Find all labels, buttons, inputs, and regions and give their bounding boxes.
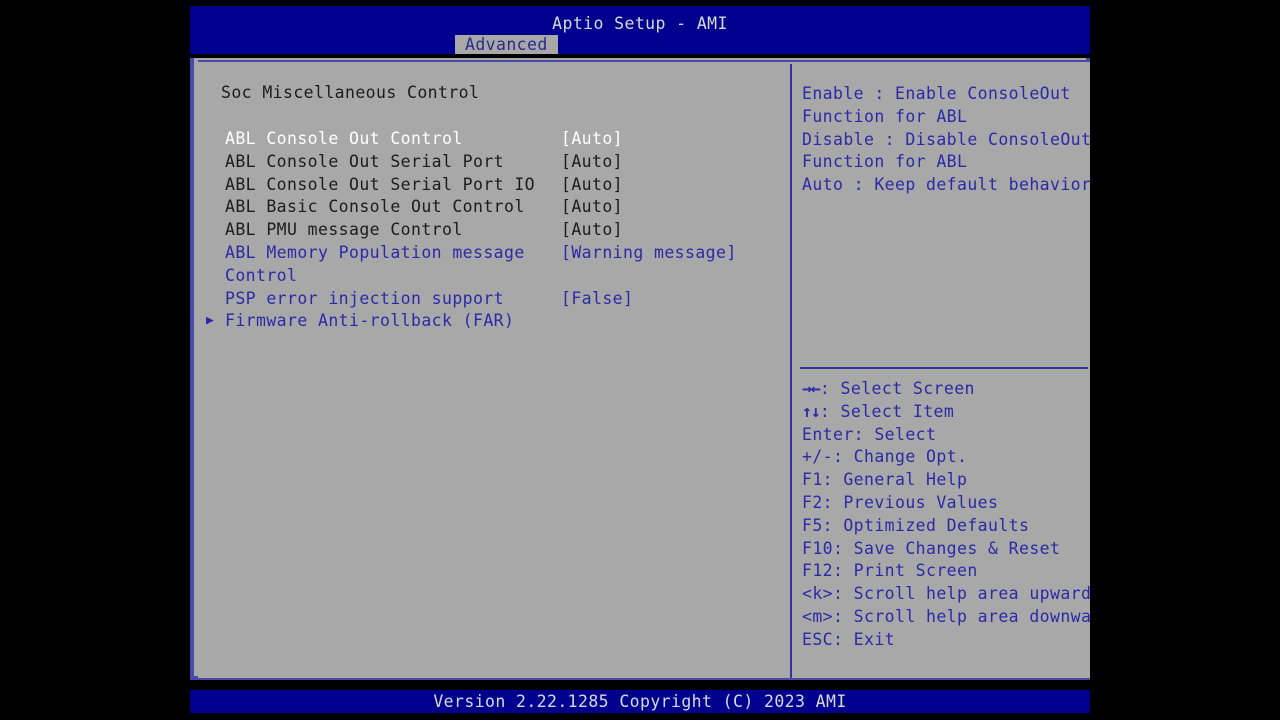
setting-label: PSP error injection support (225, 288, 505, 308)
setting-label: ABL Console Out Control (225, 129, 463, 148)
help-line: Disable : Disable ConsoleOut (802, 129, 1090, 149)
section-heading: Soc Miscellaneous Control (221, 83, 480, 102)
key-legend-text: +/-: Change Opt. (802, 447, 968, 467)
key-legend-text: : Select Screen (819, 379, 975, 398)
key-legend-line: ESC: Exit (802, 629, 1090, 652)
setting-value[interactable]: [Auto] (561, 151, 623, 174)
key-legend-text: : Select Item (819, 401, 955, 421)
key-legend-text: <k>: Scroll help area upwards (802, 584, 1090, 604)
setting-label: ABL PMU message Control (225, 220, 463, 240)
title-bar: Aptio Setup - AMI Advanced (190, 6, 1090, 54)
settings-row[interactable]: ABL Memory Population message [Warning me… (198, 242, 790, 265)
setting-value[interactable]: [Auto] (561, 219, 623, 242)
content-frame-inner: Soc Miscellaneous Control ABL Console Ou… (198, 60, 1090, 678)
key-legend-text: <m>: Scroll help area downwards (802, 606, 1090, 626)
settings-row[interactable]: ABL PMU message Control [Auto] (198, 219, 790, 242)
settings-row[interactable]: ABL Console Out Serial Port IO [Auto] (198, 174, 790, 197)
help-pane: Enable : Enable ConsoleOut Function for A… (794, 64, 1090, 678)
key-legend-line: F12: Print Screen (802, 560, 1090, 583)
setting-label: Firmware Anti-rollback (FAR) (225, 311, 515, 331)
setting-label: ABL Basic Console Out Control (225, 197, 525, 217)
key-legend-text: F1: General Help (802, 470, 968, 490)
key-legend-line: <k>: Scroll help area upwards (802, 583, 1090, 606)
key-legend-line: F5: Optimized Defaults (802, 515, 1090, 538)
content-frame: Soc Miscellaneous Control ABL Console Ou… (190, 58, 1090, 680)
settings-row[interactable]: ABL Console Out Serial Port [Auto] (198, 151, 790, 174)
arrow-keys-icon: →← (802, 379, 821, 398)
arrow-keys-icon: ↑↓ (802, 401, 821, 421)
settings-row[interactable]: ABL Basic Console Out Control [Auto] (198, 196, 790, 219)
settings-pane: Soc Miscellaneous Control ABL Console Ou… (198, 64, 792, 678)
help-line: Auto : Keep default behavior (802, 175, 1090, 195)
key-legend-line: +/-: Change Opt. (802, 446, 1090, 469)
key-legend-text: F10: Save Changes & Reset (802, 538, 1061, 558)
key-legend-text: Enter: Select (802, 424, 937, 444)
setting-value[interactable]: [Auto] (561, 128, 623, 151)
submenu-arrow-icon: ▶ (206, 313, 215, 329)
key-legend: →←: Select Screen ↑↓: Select Item Enter: S… (802, 378, 1090, 652)
help-line: Function for ABL (802, 106, 968, 126)
bios-setup-screen: Aptio Setup - AMI Advanced Soc Miscellan… (0, 0, 1280, 720)
help-line: Enable : Enable ConsoleOut (802, 84, 1071, 103)
settings-row[interactable]: PSP error injection support [False] (198, 288, 790, 311)
settings-row[interactable]: ABL Console Out Control [Auto] (198, 128, 790, 151)
setting-value[interactable]: [Auto] (561, 196, 623, 219)
setting-value[interactable]: [Auto] (561, 174, 623, 197)
key-legend-line: F1: General Help (802, 469, 1090, 492)
key-legend-line: F10: Save Changes & Reset (802, 538, 1090, 561)
footer-bar: Version 2.22.1285 Copyright (C) 2023 AMI (190, 690, 1090, 713)
setting-label: ABL Console Out Serial Port (225, 151, 505, 171)
help-description: Enable : Enable ConsoleOut Function for A… (802, 83, 1090, 197)
key-legend-text: F5: Optimized Defaults (802, 515, 1030, 535)
help-line: Function for ABL (802, 152, 968, 172)
settings-row: Control (198, 265, 790, 288)
tab-advanced[interactable]: Advanced (455, 35, 558, 54)
settings-list: ABL Console Out Control [Auto] ABL Console… (198, 128, 790, 333)
key-legend-line: <m>: Scroll help area downwards (802, 606, 1090, 629)
key-legend-line: →←: Select Screen (802, 378, 1090, 401)
setting-label: ABL Memory Population message (225, 242, 525, 262)
key-legend-line: F2: Previous Values (802, 492, 1090, 515)
key-legend-text: F2: Previous Values (802, 492, 999, 512)
setting-value[interactable]: [Warning message] (561, 242, 737, 265)
key-legend-line: ↑↓: Select Item (802, 401, 1090, 424)
page-title: Aptio Setup - AMI (552, 14, 728, 33)
setting-value[interactable]: [False] (561, 288, 633, 311)
key-legend-text: ESC: Exit (802, 629, 896, 649)
setting-label: Control (225, 265, 298, 285)
settings-submenu-row[interactable]: ▶ Firmware Anti-rollback (FAR) (198, 310, 790, 333)
version-text: Version 2.22.1285 Copyright (C) 2023 AMI (433, 692, 847, 711)
help-divider (800, 367, 1088, 369)
key-legend-text: F12: Print Screen (802, 561, 978, 581)
key-legend-line: Enter: Select (802, 424, 1090, 447)
tab-strip: Advanced (190, 35, 1090, 54)
setting-label: ABL Console Out Serial Port IO (225, 174, 536, 194)
